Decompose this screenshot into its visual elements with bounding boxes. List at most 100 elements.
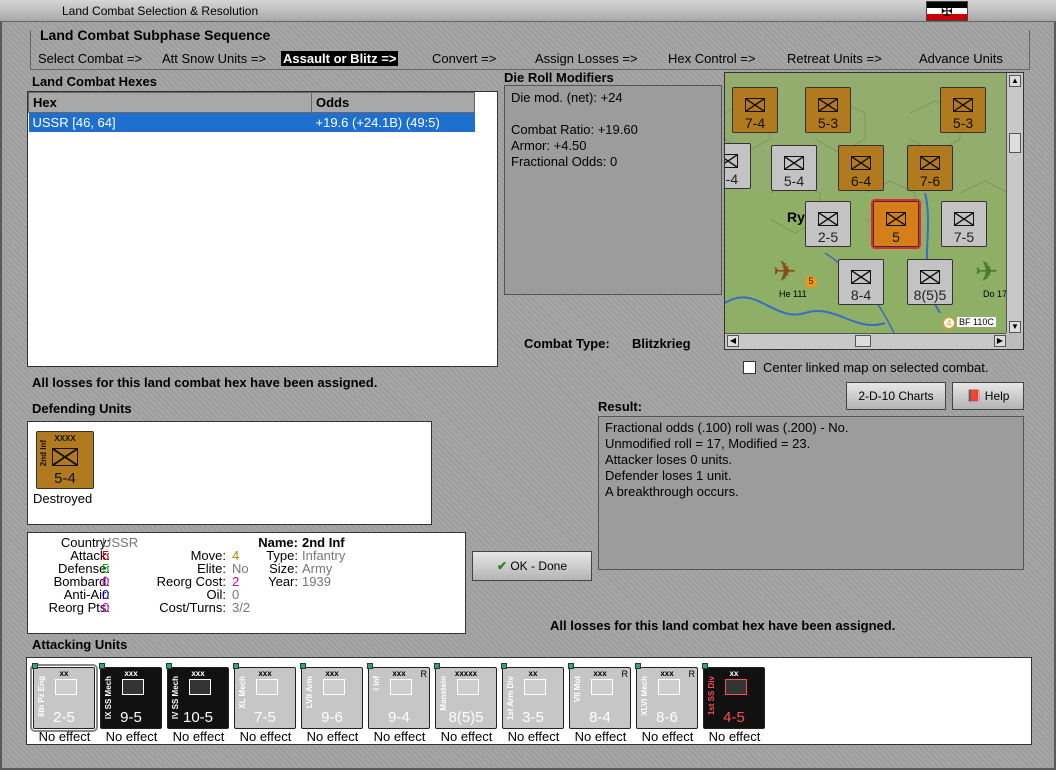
map-vertical-scrollbar[interactable]: ▲ ▼ xyxy=(1006,73,1023,335)
attacking-unit-card[interactable]: xxx LVII Arm 9-6 xyxy=(300,663,363,729)
title-bar: Land Combat Selection & Resolution xyxy=(0,0,1056,22)
attacking-unit-card[interactable]: xxx XL Mech 7-5 xyxy=(233,663,296,729)
scroll-corner xyxy=(1006,333,1023,349)
unit-value: 8-4 xyxy=(589,709,611,726)
corner-num: 4 xyxy=(943,317,955,329)
map-unit[interactable]: 6-4 xyxy=(838,145,884,191)
map-unit[interactable]: 5-4 xyxy=(771,145,817,191)
col-odds[interactable]: Odds xyxy=(311,92,475,113)
unit-stats-panel: Country: Attack: Defense: Bombard: Anti-… xyxy=(27,532,466,634)
result-label: Result: xyxy=(598,399,643,414)
year-label: Year: xyxy=(268,574,298,589)
defending-status: Destroyed xyxy=(33,491,93,506)
bomber-icon[interactable]: ✈ xyxy=(773,255,796,288)
map-unit[interactable]: 5-4 xyxy=(725,143,751,189)
unit-type-icon xyxy=(390,679,412,695)
defending-label: Defending Units xyxy=(32,401,132,416)
map-unit[interactable]: 8-4 xyxy=(838,259,884,305)
attacking-unit-card[interactable]: xx 1st Arm Div 3-5 xyxy=(501,663,564,729)
map-unit-selected[interactable]: 5 xyxy=(871,199,921,249)
reserve-marker: R xyxy=(688,669,696,679)
scroll-down-arrow[interactable]: ▼ xyxy=(1009,321,1021,333)
attacking-unit-card[interactable]: xxx R XLVI Mech 8-6 xyxy=(635,663,698,729)
hexes-table: Hex Odds USSR [46, 64] +19.6 (+24.1B) (4… xyxy=(28,92,475,132)
unit-name: 2nd Inf xyxy=(39,440,48,467)
scroll-left-arrow[interactable]: ◀ xyxy=(727,335,739,347)
stats-values-col3: 2nd Inf Infantry Army 1939 xyxy=(302,536,345,588)
col-hex[interactable]: Hex xyxy=(28,92,312,113)
help-book-icon: 📕 xyxy=(966,389,982,403)
unit-value: 8(5)5 xyxy=(448,709,484,726)
attacking-unit-card[interactable]: xxx R I Inf 9-4 xyxy=(367,663,430,729)
help-button[interactable]: 📕 Help xyxy=(952,382,1024,410)
result-line: Fractional odds (.100) roll was (.200) -… xyxy=(605,420,849,435)
hexes-label: Land Combat Hexes xyxy=(32,74,157,89)
attacking-unit-card[interactable]: xx 6th Pz Eng 2-5 xyxy=(30,663,98,732)
phase-convert: Convert => xyxy=(432,51,497,66)
unit-effect: No effect xyxy=(172,729,225,744)
attacking-unit-card[interactable]: xxx R VII Mot 8-4 xyxy=(568,663,631,729)
table-row[interactable]: USSR [46, 64] +19.6 (+24.1B) (49:5) xyxy=(28,112,475,132)
attacking-label: Attacking Units xyxy=(32,637,128,652)
map-unit[interactable]: 5-3 xyxy=(940,87,986,133)
result-line: Unmodified roll = 17, Modified = 23. xyxy=(605,436,811,451)
linked-map[interactable]: 7-4 5-3 5-3 5-4 5-4 6-4 7-6 Ry 2-5 5 7-5… xyxy=(724,72,1024,350)
mod-line: Die mod. (net): +24 xyxy=(511,90,623,105)
unit-type-icon xyxy=(122,679,144,695)
mod-line: Combat Ratio: +19.60 xyxy=(511,122,638,137)
map-unit[interactable]: 5-3 xyxy=(805,87,851,133)
phase-att-snow: Att Snow Units => xyxy=(162,51,267,66)
attacking-unit-card[interactable]: xxx IV SS Mech 10-5 xyxy=(166,663,229,729)
corner-label: BF 110C xyxy=(957,317,996,327)
map-town-label: Ry xyxy=(787,209,805,225)
unit-effect: No effect xyxy=(239,729,292,744)
phase-hex-control: Hex Control => xyxy=(668,51,756,66)
odds-cell: +19.6 (+24.1B) (49:5) xyxy=(311,112,475,132)
air-unit-name: He 111 xyxy=(779,289,807,299)
attacking-unit-card[interactable]: xx 1st SS Div 4-5 xyxy=(702,663,765,729)
unit-effect: No effect xyxy=(708,729,761,744)
infantry-icon xyxy=(52,448,78,466)
phase-assign-losses: Assign Losses => xyxy=(535,51,638,66)
unit-effect: No effect xyxy=(641,729,694,744)
unit-effect: No effect xyxy=(306,729,359,744)
checkmark-icon: ✔ xyxy=(496,559,507,573)
hexes-list[interactable]: Hex Odds USSR [46, 64] +19.6 (+24.1B) (4… xyxy=(27,91,498,367)
map-unit[interactable]: 7-5 xyxy=(941,201,987,247)
scroll-thumb-v[interactable] xyxy=(1009,133,1021,153)
unit-name: XL Mech xyxy=(238,676,247,709)
combat-type-value: Blitzkrieg xyxy=(632,336,691,351)
scroll-thumb-h[interactable] xyxy=(855,335,871,347)
attacking-unit-card[interactable]: xxx IX SS Mech 9-5 xyxy=(99,663,162,729)
unit-type-icon xyxy=(323,679,345,695)
reorgpts-label: Reorg Pts: xyxy=(48,600,110,615)
result-line: Attacker loses 0 units. xyxy=(605,452,733,467)
unit-effect: No effect xyxy=(105,729,158,744)
center-map-checkbox[interactable] xyxy=(743,361,756,374)
map-unit[interactable]: 7-4 xyxy=(732,87,778,133)
fighter-icon[interactable]: ✈ xyxy=(975,255,998,288)
reserve-marker: R xyxy=(621,669,629,679)
unit-value: 3-5 xyxy=(522,709,544,726)
defending-panel: XXXX 2nd Inf 5-4 Destroyed xyxy=(27,421,432,525)
charts-button[interactable]: 2-D-10 Charts xyxy=(846,382,946,410)
unit-value: 9-5 xyxy=(120,709,142,726)
unit-effect: No effect xyxy=(507,729,560,744)
losses-message-top: All losses for this land combat hex have… xyxy=(32,375,378,390)
unit-value: 5-4 xyxy=(54,470,76,487)
scroll-up-arrow[interactable]: ▲ xyxy=(1009,75,1021,87)
ok-done-button[interactable]: ✔ OK - Done xyxy=(472,551,592,581)
map-unit[interactable]: 2-5 xyxy=(805,201,851,247)
ok-done-label: OK - Done xyxy=(510,559,568,573)
attacking-unit-card[interactable]: xxxxx Manstein 8(5)5 xyxy=(434,663,497,729)
map-unit[interactable]: 7-6 xyxy=(907,145,953,191)
unit-type-icon xyxy=(457,679,479,695)
unit-value: 9-6 xyxy=(321,709,343,726)
air-unit-name-2: Do 17 xyxy=(983,289,1008,299)
unit-type-icon xyxy=(55,679,77,695)
scroll-right-arrow[interactable]: ▶ xyxy=(994,335,1006,347)
map-unit[interactable]: 8(5)5 xyxy=(907,259,953,305)
map-horizontal-scrollbar[interactable]: ◀ ▶ xyxy=(725,333,1008,349)
reserve-marker: R xyxy=(420,669,428,679)
defending-unit[interactable]: XXXX 2nd Inf 5-4 xyxy=(36,431,94,489)
